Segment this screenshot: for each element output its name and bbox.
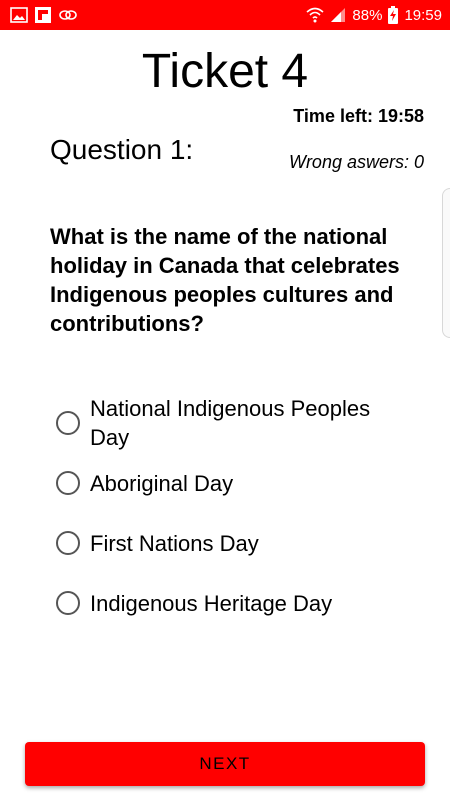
next-button[interactable]: NEXT [25, 742, 425, 786]
time-left: Time left: 19:58 [293, 106, 424, 126]
status-bar: 88% 19:59 [0, 0, 450, 30]
quiz-screen: 88% 19:59 Ticket 4 Time left: 19:58 Ques… [0, 0, 450, 800]
answer-option[interactable]: Aboriginal Day [56, 468, 396, 498]
radio-button[interactable] [56, 591, 80, 615]
question-number: Question 1: [50, 134, 194, 165]
answer-option-label: Aboriginal Day [90, 470, 234, 496]
radio-button[interactable] [56, 531, 80, 555]
status-bar-right: 88% 19:59 [306, 6, 442, 24]
answer-option-label: First Nations Day [90, 530, 259, 556]
wrong-answers-count: Wrong aswers: 0 [288, 152, 424, 172]
radio-button[interactable] [56, 411, 80, 435]
signal-icon [330, 7, 346, 23]
answer-options: National Indigenous Peoples Day Aborigin… [56, 394, 396, 618]
radio-button[interactable] [56, 471, 80, 495]
answer-option-label: Indigenous Heritage Day [90, 590, 333, 616]
status-bar-left [10, 6, 78, 24]
wifi-icon [306, 7, 324, 23]
battery-charging-icon [388, 6, 399, 24]
next-button-label: NEXT [199, 754, 251, 773]
status-time: 19:59 [404, 6, 442, 24]
answer-option[interactable]: Indigenous Heritage Day [56, 588, 396, 618]
question-text: What is the name of the national holiday… [50, 224, 400, 336]
answer-option[interactable]: First Nations Day [56, 528, 396, 558]
battery-percent: 88% [352, 6, 383, 24]
scroll-handle[interactable] [442, 188, 450, 338]
link-icon [58, 7, 78, 23]
flipboard-icon [34, 6, 52, 24]
answer-option[interactable]: National Indigenous Peoples Day [56, 394, 396, 452]
image-icon [10, 7, 28, 23]
page-title: Ticket 4 [141, 45, 309, 98]
answer-option-label: National Indigenous Peoples Day [90, 396, 371, 450]
